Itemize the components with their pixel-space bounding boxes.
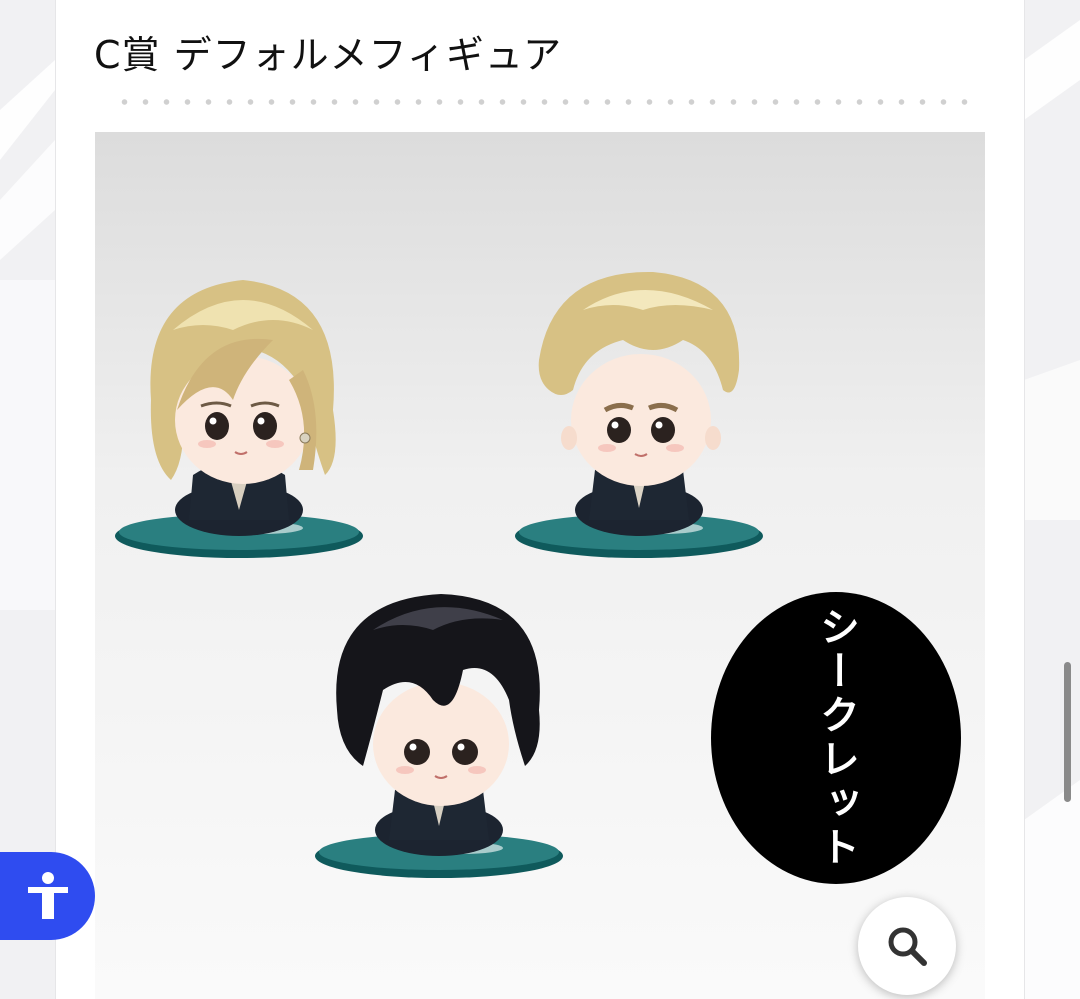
dotted-divider	[114, 98, 976, 106]
product-image: シークレット	[95, 132, 985, 999]
figure-blonde-short-hair	[515, 271, 763, 558]
zoom-button[interactable]	[858, 897, 956, 995]
secret-figure-badge: シークレット	[711, 592, 961, 884]
accessibility-icon	[27, 872, 68, 919]
figure-black-hair	[315, 594, 563, 878]
figure-blonde-long-hair	[115, 280, 363, 558]
scrollbar[interactable]	[1064, 662, 1071, 802]
search-icon	[888, 927, 927, 966]
accessibility-button[interactable]	[0, 852, 95, 940]
content-card: C賞 デフォルメフィギュア シークレット	[55, 0, 1025, 999]
section-title: C賞 デフォルメフィギュア	[94, 33, 563, 77]
secret-label: シークレット	[813, 606, 859, 870]
